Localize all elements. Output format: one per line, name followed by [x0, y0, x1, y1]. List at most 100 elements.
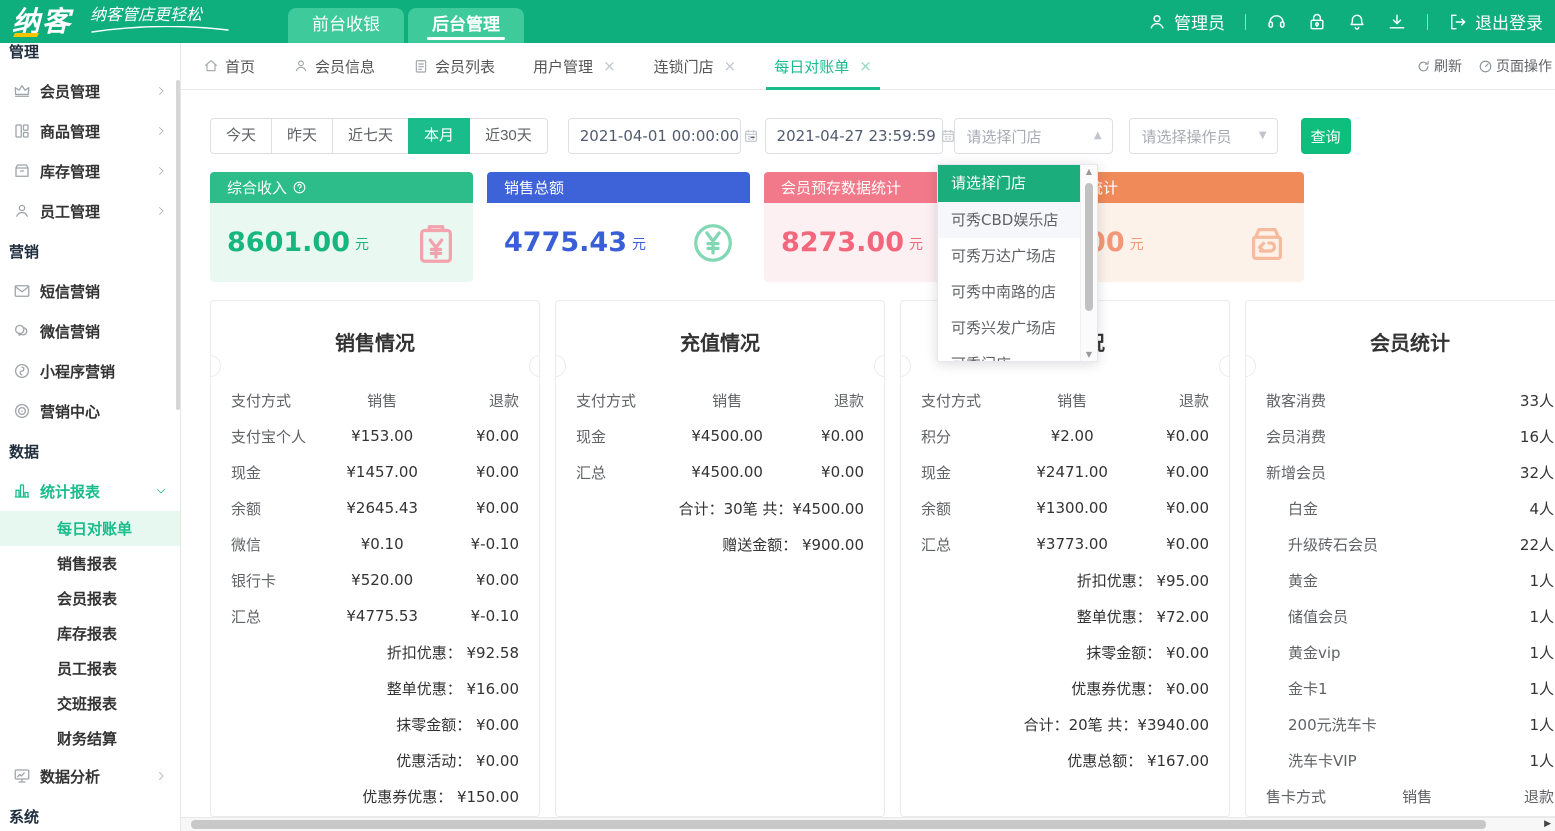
- download-icon[interactable]: [1387, 12, 1407, 32]
- panel-cell-refund: 退款: [780, 390, 864, 411]
- sidebar-subitem[interactable]: 员工报表: [0, 651, 180, 686]
- date-to-input[interactable]: 2021-04-27 23:59:59: [765, 118, 943, 154]
- close-icon[interactable]: ×: [859, 59, 872, 74]
- search-button[interactable]: 查询: [1301, 118, 1351, 154]
- panel-summary-line: 抹零金额： ¥0.00: [231, 706, 519, 742]
- tab-用户管理[interactable]: 用户管理×: [533, 43, 616, 89]
- sidebar-subitem[interactable]: 库存报表: [0, 616, 180, 651]
- lock-icon[interactable]: [1307, 12, 1327, 32]
- panel-table: 支付方式销售退款支付宝个人¥153.00¥0.00现金¥1457.00¥0.00…: [231, 382, 519, 634]
- panel-cell-label: 现金: [576, 426, 674, 447]
- panel-cell-sale: 销售: [329, 390, 436, 411]
- store-option[interactable]: 可秀CBD娱乐店: [938, 202, 1081, 238]
- sidebar-item[interactable]: 员工管理: [0, 191, 180, 231]
- sidebar-item[interactable]: 数据分析: [0, 756, 180, 796]
- panel-cell-sale: ¥1457.00: [329, 463, 436, 481]
- range-button[interactable]: 昨天: [271, 118, 333, 154]
- tab-每日对账单[interactable]: 每日对账单×: [774, 43, 872, 89]
- store-option[interactable]: 可秀门店: [938, 346, 1081, 362]
- sidebar-item[interactable]: 微信营销: [0, 311, 180, 351]
- panel-summary-line: 优惠总额： ¥167.00: [921, 742, 1209, 778]
- panel-notch-right: [874, 355, 885, 377]
- panel-cell-sale: ¥0.10: [329, 535, 436, 553]
- tab-会员列表[interactable]: 会员列表: [413, 43, 495, 89]
- sidebar-item[interactable]: 短信营销: [0, 271, 180, 311]
- panel-cell-refund: ¥0.00: [435, 571, 519, 589]
- operator-select[interactable]: 请选择操作员 ▼: [1129, 118, 1278, 154]
- sidebar-scrollbar[interactable]: [176, 80, 180, 410]
- tab-首页[interactable]: 首页: [203, 43, 255, 89]
- horizontal-scrollbar[interactable]: ▶: [181, 817, 1555, 831]
- panel-header-row: 售卡方式销售退款: [1266, 778, 1554, 814]
- panel-cell-refund: ¥0.00: [1125, 463, 1209, 481]
- sidebar-item[interactable]: 小程序营销: [0, 351, 180, 391]
- scroll-down-icon[interactable]: ▼: [1081, 350, 1097, 359]
- panel-cell-label: 余额: [231, 498, 329, 519]
- panel-cell-label: 支付宝个人: [231, 426, 329, 447]
- report-panel: 销售情况支付方式销售退款支付宝个人¥153.00¥0.00现金¥1457.00¥…: [210, 300, 540, 817]
- panel-row: 余额¥2645.43¥0.00: [231, 490, 519, 526]
- mode-tab[interactable]: 前台收银: [288, 8, 404, 43]
- range-button[interactable]: 今天: [210, 118, 272, 154]
- tab-连锁门店[interactable]: 连锁门店×: [654, 43, 737, 89]
- stat-card-value: 8601.00: [227, 229, 350, 256]
- sidebar-item[interactable]: 商品管理: [0, 111, 180, 151]
- sidebar-item[interactable]: 库存管理: [0, 151, 180, 191]
- panel-summary-line: 抹零金额： ¥0.00: [921, 634, 1209, 670]
- close-icon[interactable]: ×: [724, 59, 737, 74]
- panel-notch-right: [529, 355, 540, 377]
- panel-cell-refund: ¥-0.10: [435, 607, 519, 625]
- dropdown-scrollbar-thumb[interactable]: [1085, 183, 1093, 311]
- member-stat-row: 储值会员1人: [1266, 598, 1554, 634]
- stat-card-value: 4775.43: [504, 229, 627, 256]
- range-button[interactable]: 本月: [408, 118, 470, 154]
- mode-tab[interactable]: 后台管理: [408, 8, 524, 43]
- panel-header-row: 支付方式销售退款: [231, 382, 519, 418]
- date-from-input[interactable]: 2021-04-01 00:00:00: [568, 118, 741, 154]
- panel-row: 现金¥1457.00¥0.00: [231, 454, 519, 490]
- panel-table: 支付方式销售退款现金¥4500.00¥0.00汇总¥4500.00¥0.00: [576, 382, 864, 490]
- horizontal-scrollbar-thumb[interactable]: [191, 820, 1486, 829]
- sidebar-subitem[interactable]: 每日对账单: [0, 511, 180, 546]
- sidebar-subitem[interactable]: 会员报表: [0, 581, 180, 616]
- panel-cell-sale: ¥2645.43: [329, 499, 436, 517]
- scroll-up-icon[interactable]: ▲: [1081, 167, 1097, 176]
- sidebar-item[interactable]: 会员管理: [0, 71, 180, 111]
- tab-会员信息[interactable]: 会员信息: [293, 43, 375, 89]
- dropdown-scrollbar[interactable]: ▲▼: [1080, 165, 1097, 361]
- range-button[interactable]: 近30天: [469, 118, 548, 154]
- panel-cell-label: 微信: [231, 534, 329, 555]
- store-option[interactable]: 可秀兴发广场店: [938, 310, 1081, 346]
- person-icon: [13, 202, 31, 220]
- store-option[interactable]: 可秀万达广场店: [938, 238, 1081, 274]
- member-stat-row: 会员消费16人: [1266, 418, 1554, 454]
- range-button[interactable]: 近七天: [332, 118, 409, 154]
- refresh-action[interactable]: 刷新: [1416, 56, 1462, 76]
- support-icon[interactable]: [1266, 11, 1287, 32]
- scroll-right-icon[interactable]: ▶: [1544, 819, 1551, 829]
- page-actions[interactable]: 页面操作: [1478, 56, 1552, 76]
- date-separator: -: [750, 127, 756, 146]
- panel-summary-line: 整单优惠： ¥16.00: [231, 670, 519, 706]
- panel-cell-label: 现金: [921, 462, 1019, 483]
- sidebar-item[interactable]: 统计报表: [0, 471, 180, 511]
- close-icon[interactable]: ×: [603, 59, 616, 74]
- store-option[interactable]: 请选择门店: [938, 165, 1081, 202]
- panel-cell-refund: 退款: [1125, 390, 1209, 411]
- sidebar-subitem[interactable]: 财务结算: [0, 721, 180, 756]
- panel-cell-label: 积分: [921, 426, 1019, 447]
- panel-cell-refund: ¥0.00: [435, 463, 519, 481]
- store-option[interactable]: 可秀中南路的店: [938, 274, 1081, 310]
- stat-card-number: 8273.00元: [781, 229, 923, 256]
- user-menu[interactable]: 管理员: [1147, 9, 1225, 34]
- sidebar-item-label: 小程序营销: [40, 361, 115, 382]
- notifications-icon[interactable]: [1347, 12, 1367, 32]
- gauge-icon: [1478, 59, 1493, 74]
- action-label: 页面操作: [1496, 56, 1552, 76]
- stat-card-unit: 元: [355, 234, 369, 256]
- sidebar-subitem[interactable]: 销售报表: [0, 546, 180, 581]
- sidebar-subitem[interactable]: 交班报表: [0, 686, 180, 721]
- store-select[interactable]: 请选择门店 ▲: [954, 118, 1113, 154]
- sidebar-item[interactable]: 营销中心: [0, 391, 180, 431]
- logout-button[interactable]: 退出登录: [1448, 9, 1543, 34]
